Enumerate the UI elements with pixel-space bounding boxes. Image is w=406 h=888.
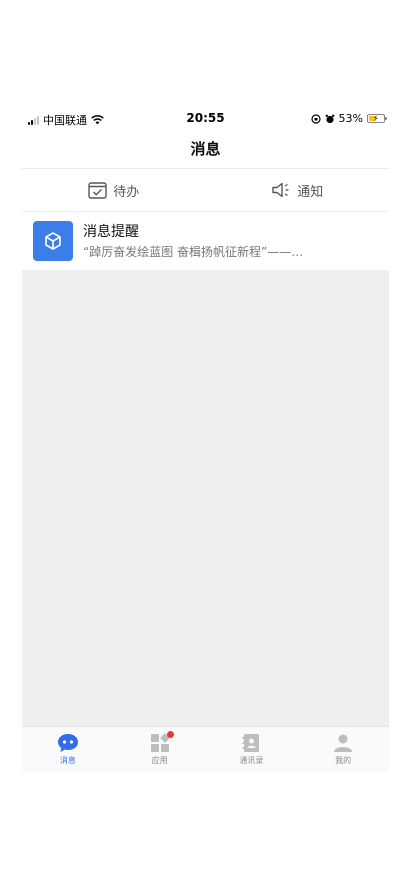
list-item[interactable]: 消息提醒 “踔厉奋发绘蓝图 奋楫扬帆征新程”——… (22, 212, 389, 270)
tab-apps[interactable]: 应用 (114, 727, 206, 772)
tab-messages-label: 消息 (59, 756, 76, 765)
status-bar: 中国联通 20:55 53% ⚡ (22, 104, 389, 132)
tab-apps-label: 应用 (151, 756, 168, 765)
tab-profile[interactable]: 我的 (297, 727, 389, 772)
empty-content-area (22, 270, 389, 726)
tab-contacts[interactable]: 通讯录 (206, 727, 298, 772)
apps-badge (166, 731, 174, 738)
tab-contacts-label: 通讯录 (239, 756, 264, 765)
page-title: 消息 (190, 140, 221, 158)
message-title: 消息提醒 (83, 223, 139, 240)
cube-icon (33, 221, 73, 261)
user-icon (334, 734, 353, 752)
orientation-lock-icon (310, 113, 321, 124)
battery-percent: 53% (338, 112, 363, 125)
message-text: 消息提醒 “踔厉奋发绘蓝图 奋楫扬帆征新程”——… (83, 223, 373, 260)
tab-notice[interactable]: 通知 (206, 169, 390, 211)
speaker-icon (272, 182, 289, 198)
tab-messages[interactable]: 消息 (22, 727, 114, 772)
tab-profile-label: 我的 (335, 756, 352, 765)
nav-bar: 消息 (22, 132, 389, 169)
chat-bubble-icon (57, 734, 78, 752)
status-right: 53% ⚡ (310, 112, 387, 125)
tab-todo[interactable]: 待办 (22, 169, 206, 211)
alarm-icon (325, 114, 334, 123)
message-preview: “踔厉奋发绘蓝图 奋楫扬帆征新程”——… (83, 244, 304, 259)
tab-notice-label: 通知 (297, 184, 324, 200)
contacts-book-icon (242, 734, 260, 752)
calendar-check-icon (88, 182, 107, 199)
battery-icon: ⚡ (367, 114, 387, 123)
tab-todo-label: 待办 (113, 184, 140, 200)
phone-screen: 中国联通 20:55 53% ⚡ 消息 待办 通知 消息提醒 “踔厉奋发绘蓝图 … (22, 104, 389, 772)
segment-tabs: 待办 通知 (22, 169, 389, 212)
bottom-tab-bar: 消息 应用 通讯录 我的 (22, 726, 389, 772)
